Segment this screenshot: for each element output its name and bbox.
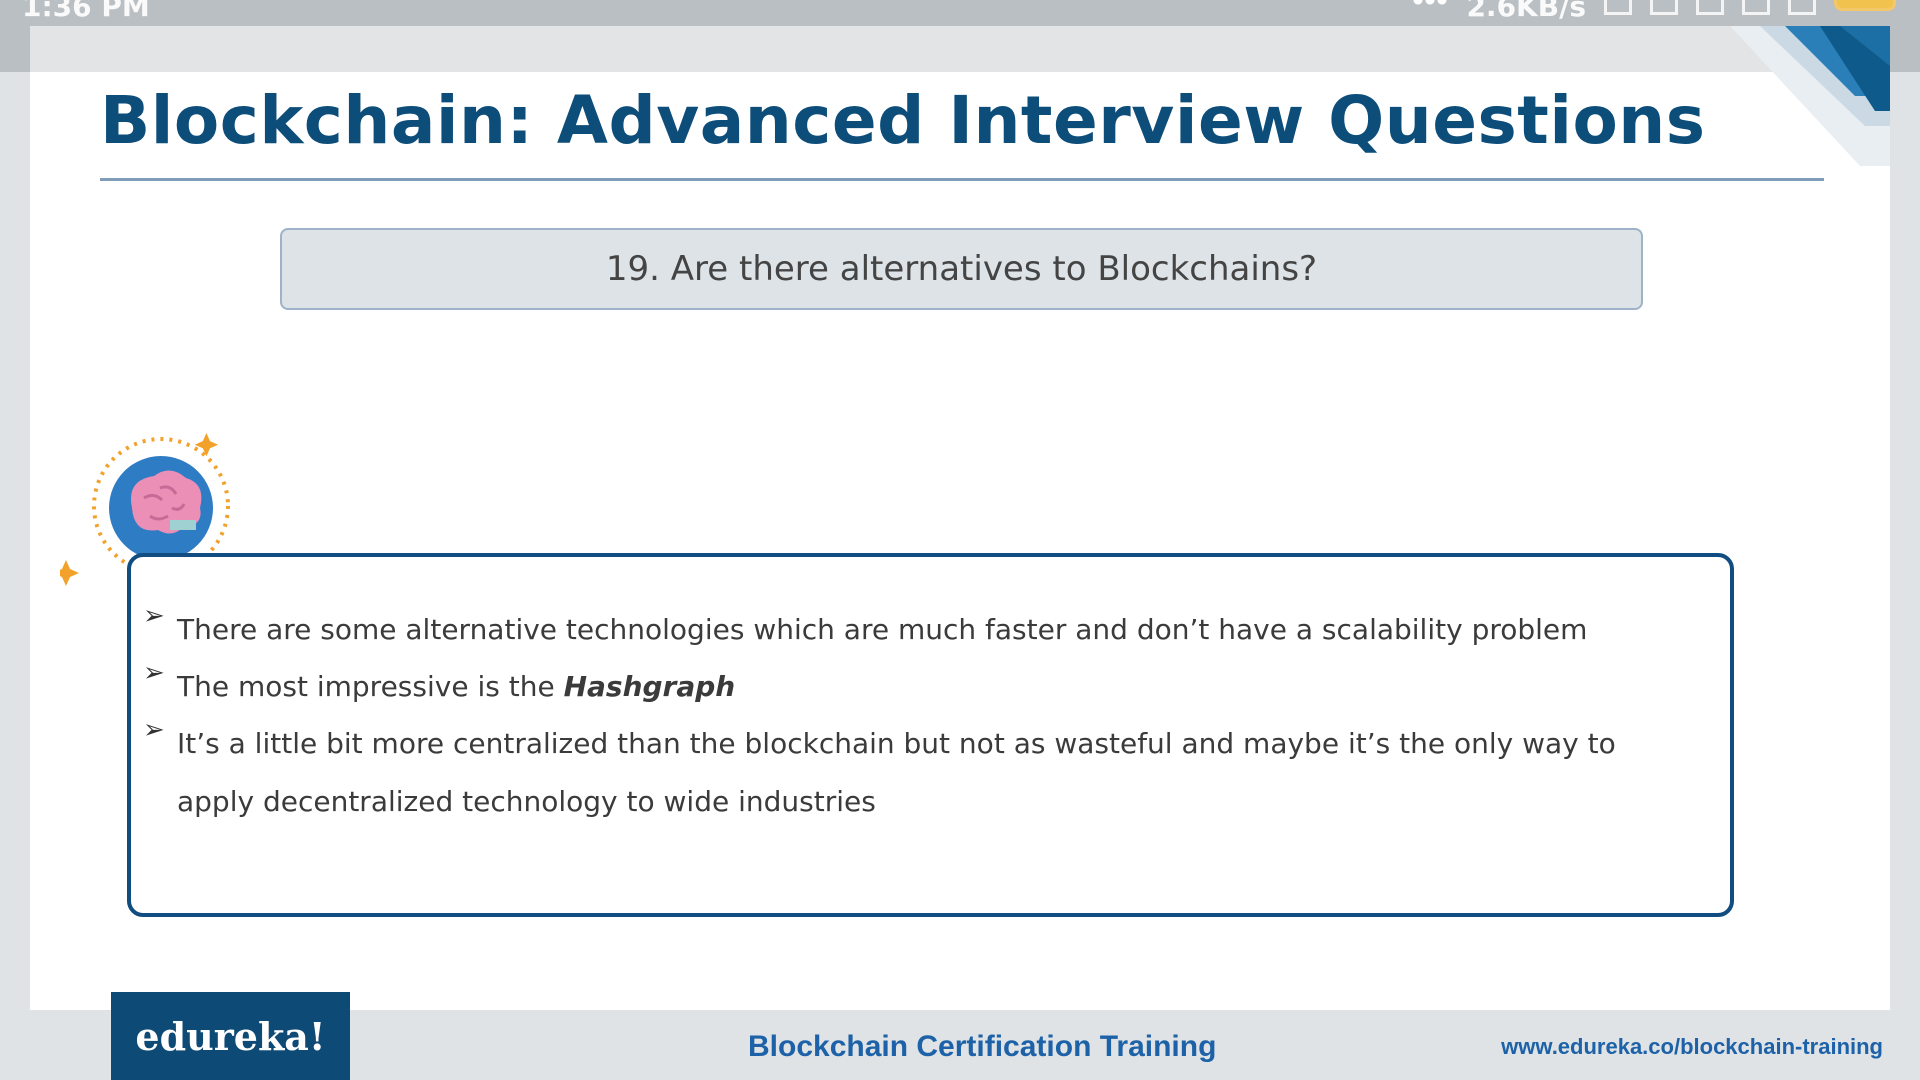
course-name: Blockchain Certification Training: [748, 1030, 1217, 1063]
question-text: 19. Are there alternatives to Blockchain…: [605, 249, 1318, 289]
arrow-bullet-icon: ➢: [143, 601, 165, 631]
course-url: www.edureka.co/blockchain-training: [1501, 1034, 1883, 1059]
arrow-bullet-icon: ➢: [143, 715, 165, 745]
bullet-text: The most impressive is the Hashgraph: [177, 658, 1647, 716]
bullet-text: It’s a little bit more centralized than …: [177, 727, 1616, 818]
edureka-logo: edureka!: [111, 992, 350, 1080]
signal-2-icon: [1742, 0, 1770, 15]
bullet-item-2: ➢ The most impressive is the Hashgraph: [143, 658, 1647, 716]
battery-icon: [1834, 0, 1896, 11]
status-time: 1:36 PM: [22, 0, 150, 23]
bullet-text: There are some alternative technologies …: [177, 613, 1588, 646]
slide-header-band: [30, 26, 1890, 72]
answer-box: ➢ There are some alternative technologie…: [127, 553, 1734, 917]
bullet-emphasis: Hashgraph: [563, 670, 736, 703]
bullet-text-plain: The most impressive is the: [177, 670, 564, 703]
status-bar: 1:36 PM 2.6KB/s: [0, 0, 1920, 26]
bullet-item-1: ➢ There are some alternative technologie…: [143, 601, 1647, 659]
network-speed: 2.6KB/s: [1466, 0, 1586, 23]
status-icons: 2.6KB/s: [1412, 0, 1896, 23]
notification-icon: [1604, 0, 1632, 15]
question-box: 19. Are there alternatives to Blockchain…: [280, 228, 1643, 310]
slide-title: Blockchain: Advanced Interview Questions: [100, 82, 1706, 159]
more-dots-icon: [1412, 0, 1449, 10]
arrow-bullet-icon: ➢: [143, 658, 165, 688]
corner-decoration: [1730, 26, 1890, 166]
bullet-item-3: ➢ It’s a little bit more centralized tha…: [143, 715, 1647, 831]
signal-icon: [1696, 0, 1724, 15]
alarm-icon: [1650, 0, 1678, 15]
logo-text: edureka!: [135, 1013, 326, 1059]
title-divider: [100, 178, 1824, 181]
wifi-icon: [1788, 0, 1816, 15]
